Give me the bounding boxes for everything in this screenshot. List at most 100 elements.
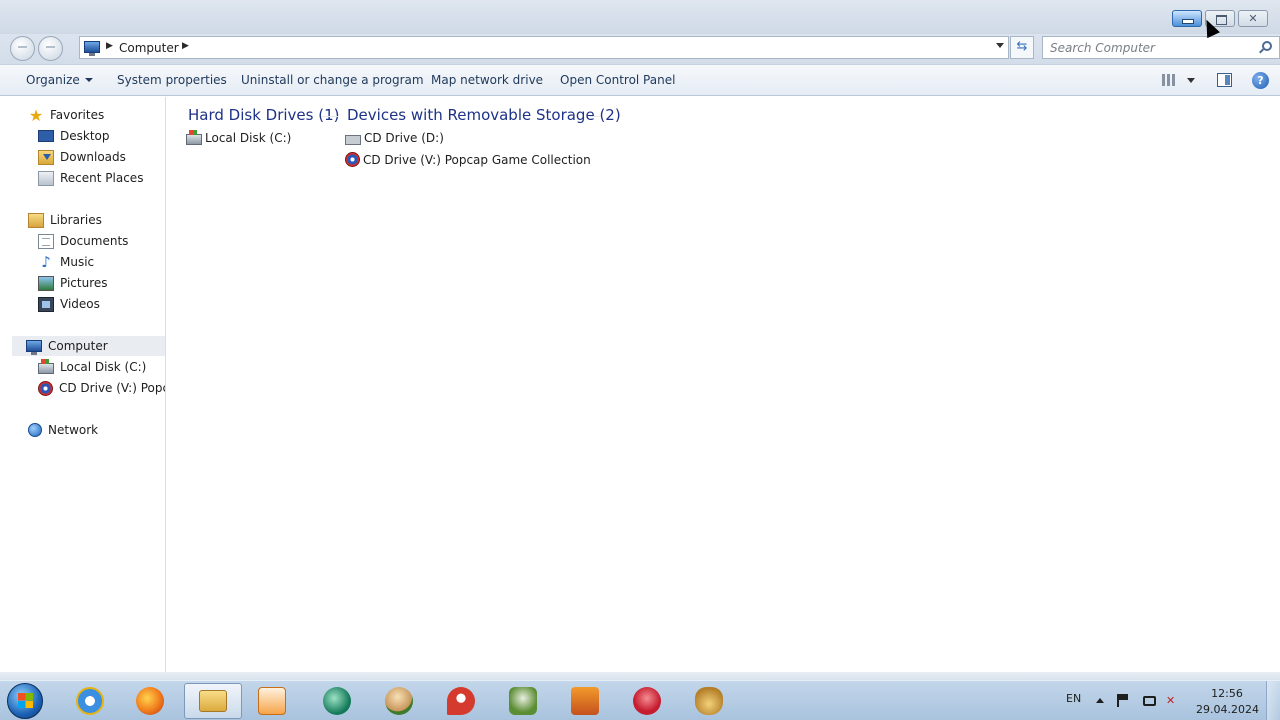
sidebar-item-label: Libraries [50,213,102,227]
sidebar-item-network[interactable]: Network [28,420,98,440]
drive-label: CD Drive (V:) Popcap Game Collection [363,152,591,167]
taskbar-media-player[interactable] [244,683,300,719]
hard-disk-icon [38,359,54,374]
taskbar-plants-vs-zombies[interactable] [495,683,551,719]
network-globe-icon [28,423,42,437]
downloads-folder-icon [38,149,54,165]
address-history-dropdown-icon[interactable] [996,43,1004,48]
search-input[interactable]: Search Computer [1042,36,1280,59]
close-button[interactable]: ✕ [1238,10,1268,27]
group-header-removable[interactable]: Devices with Removable Storage (2) [347,106,621,124]
file-list[interactable]: Hard Disk Drives (1) Devices with Remova… [167,97,1280,672]
details-strip [0,672,1280,680]
internet-explorer-icon [76,687,104,715]
preview-pane-icon[interactable] [1217,73,1232,87]
game-icon [571,687,599,715]
music-note-icon: ♪ [41,252,51,271]
breadcrumb-chevron-icon[interactable]: ▶ [182,41,189,51]
search-icon[interactable] [1262,41,1272,51]
drive-local-disk-c[interactable]: Local Disk (C:) [186,130,291,145]
computer-icon [84,41,100,56]
sidebar-item-videos[interactable]: Videos [38,294,100,314]
sidebar-item-label: CD Drive (V:) Popcap Game Collection [59,381,165,395]
taskbar-windows-explorer[interactable] [184,683,242,719]
group-header-hard-disks[interactable]: Hard Disk Drives (1) [188,106,339,124]
clock-time: 12:56 [1211,687,1243,700]
popcap-disc-icon [345,152,360,167]
zuma-icon [323,687,351,715]
language-indicator[interactable]: EN [1066,692,1081,705]
refresh-button[interactable]: ⇆ [1010,36,1034,59]
sidebar-item-label: Music [60,255,95,269]
command-bar: Organize System properties Uninstall or … [0,64,1280,96]
show-hidden-icons-icon[interactable] [1096,698,1104,703]
group-divider [322,116,338,117]
view-dropdown-icon[interactable] [1187,78,1195,83]
clock-date: 29.04.2024 [1196,703,1259,716]
taskbar-game-question[interactable] [619,683,675,719]
show-desktop-button[interactable] [1266,681,1280,720]
drive-label: CD Drive (D:) [364,131,444,145]
taskbar-zuma[interactable] [309,683,365,719]
sidebar-item-label: Recent Places [60,171,144,185]
minimize-button[interactable] [1172,10,1202,27]
star-icon: ★ [28,105,44,125]
recent-places-icon [38,170,54,186]
documents-icon [38,233,54,249]
system-properties-button[interactable]: System properties [117,73,227,87]
map-network-drive-button[interactable]: Map network drive [431,73,543,87]
address-bar[interactable]: ▶ Computer ▶ [79,36,1009,59]
sidebar-item-desktop[interactable]: Desktop [38,126,110,146]
desktop-icon [38,130,54,142]
sidebar-item-label: Downloads [60,150,126,164]
caption-buttons: ✕ [1172,10,1268,27]
sidebar-item-computer[interactable]: Computer [12,336,165,356]
plants-vs-zombies-icon [509,687,537,715]
start-button[interactable] [7,683,43,719]
sidebar-item-pictures[interactable]: Pictures [38,273,108,293]
taskbar-firefox[interactable] [122,683,178,719]
sidebar-item-downloads[interactable]: Downloads [38,147,126,167]
sidebar-item-documents[interactable]: Documents [38,231,128,251]
pictures-icon [38,275,54,291]
volume-muted-icon[interactable]: ✕ [1166,694,1179,707]
taskbar: EN ✕ 12:56 29.04.2024 [0,680,1280,720]
sidebar-item-label: Network [48,423,99,437]
taskbar-popcap-launcher[interactable] [433,683,489,719]
sidebar-item-label: Documents [60,234,129,248]
breadcrumb-chevron-icon[interactable]: ▶ [106,41,113,51]
sidebar-item-favorites[interactable]: ★ Favorites [28,105,104,125]
taskbar-money-bag[interactable] [681,683,737,719]
sidebar-item-label: Local Disk (C:) [60,360,147,374]
sidebar-item-local-disk[interactable]: Local Disk (C:) [38,357,146,377]
sidebar-item-cd-drive-v[interactable]: CD Drive (V:) Popcap Game Collection [38,378,165,398]
money-bag-icon [695,687,723,715]
sidebar-item-libraries[interactable]: Libraries [28,210,102,230]
taskbar-internet-explorer[interactable] [62,683,118,719]
clock[interactable]: 12:56 29.04.2024 [1196,686,1259,718]
group-divider [590,116,600,117]
drive-cd-v[interactable]: CD Drive (V:) Popcap Game Collection [345,152,591,167]
chevron-down-icon [84,78,93,82]
network-tray-icon[interactable] [1143,696,1156,706]
back-button[interactable] [10,36,35,61]
uninstall-program-button[interactable]: Uninstall or change a program [241,73,424,87]
change-view-icon[interactable] [1162,74,1175,86]
cd-drive-icon [345,134,361,145]
folder-icon [199,690,227,712]
action-center-flag-icon[interactable] [1117,694,1130,707]
taskbar-baldi[interactable] [371,683,427,719]
window-titlebar[interactable]: ✕ [0,0,1280,34]
taskbar-game-orange[interactable] [557,683,613,719]
videos-icon [38,296,54,312]
sidebar-item-recent-places[interactable]: Recent Places [38,168,143,188]
hard-disk-icon [186,130,202,145]
drive-cd-d[interactable]: CD Drive (D:) [345,131,444,145]
breadcrumb-computer[interactable]: Computer [119,41,179,55]
sidebar-item-music[interactable]: ♪ Music [38,252,94,272]
address-bar-row: ▶ Computer ▶ ⇆ Search Computer [0,34,1280,64]
help-icon[interactable]: ? [1252,72,1269,89]
organize-button[interactable]: Organize [26,73,93,87]
open-control-panel-button[interactable]: Open Control Panel [560,73,675,87]
forward-button[interactable] [38,36,63,61]
